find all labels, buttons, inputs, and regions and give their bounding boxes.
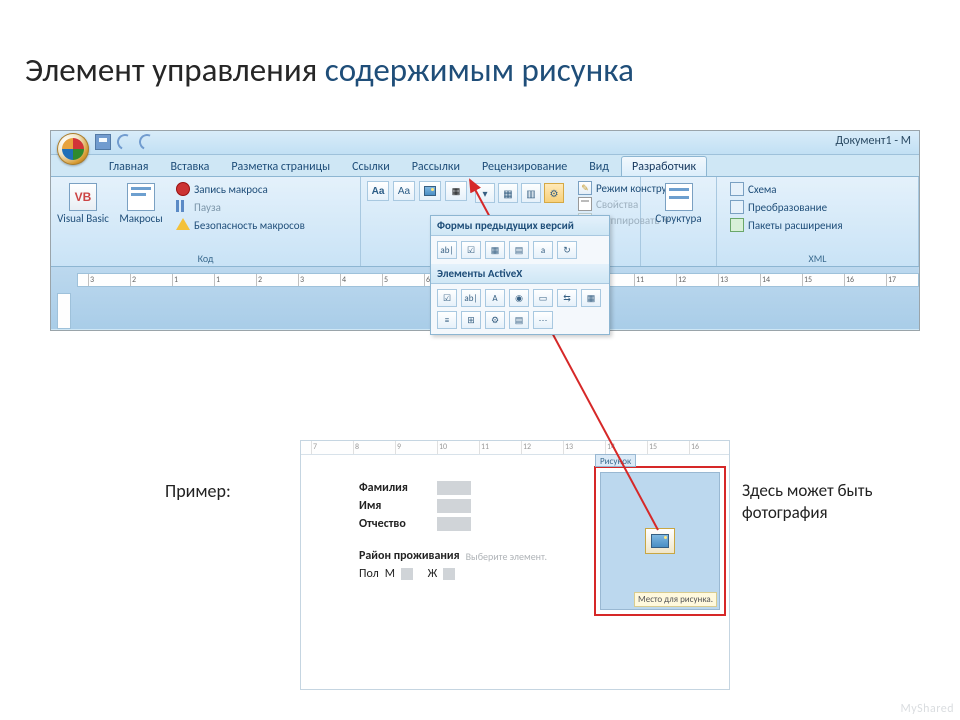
save-icon[interactable] bbox=[95, 134, 111, 150]
legacy-form-icon[interactable]: ▤ bbox=[509, 241, 529, 259]
activex-icon[interactable]: ☑ bbox=[437, 289, 457, 307]
slide-title: Элемент управления содержимым рисунка bbox=[25, 50, 634, 90]
legacy-form-icon[interactable]: ▦ bbox=[485, 241, 505, 259]
document-title: Документ1 - M bbox=[836, 134, 911, 148]
activex-icon[interactable]: ▭ bbox=[533, 289, 553, 307]
picture-content-control[interactable]: Рисунок Место для рисунка. bbox=[594, 466, 726, 616]
sex-m-checkbox[interactable] bbox=[401, 568, 413, 580]
insert-picture-icon[interactable] bbox=[645, 528, 675, 554]
expansion-packs-button[interactable]: Пакеты расширения bbox=[727, 217, 846, 233]
vertical-ruler bbox=[57, 293, 71, 329]
sex-label: Пол bbox=[359, 567, 379, 581]
legacy-form-icon[interactable]: ab| bbox=[437, 241, 457, 259]
activex-icon[interactable]: ⇆ bbox=[557, 289, 577, 307]
dropdown-control-icon[interactable]: ▾ bbox=[475, 183, 495, 203]
photo-note: Здесь может быть фотография bbox=[742, 480, 902, 524]
visual-basic-button[interactable]: VB Visual Basic bbox=[57, 181, 109, 247]
example-ruler: 78910111213141516 bbox=[301, 441, 729, 455]
activex-icon[interactable]: ⚙ bbox=[485, 311, 505, 329]
activex-icon[interactable]: ▦ bbox=[581, 289, 601, 307]
structure-button[interactable]: Структура bbox=[653, 181, 705, 247]
legacy-form-icon[interactable]: ↻ bbox=[557, 241, 577, 259]
rich-text-control-icon[interactable]: Aa bbox=[367, 181, 389, 201]
firstname-label: Имя bbox=[359, 499, 431, 513]
tab-layout[interactable]: Разметка страницы bbox=[221, 157, 340, 176]
bb-gallery-icon[interactable]: ▥ bbox=[521, 183, 541, 203]
lastname-label: Фамилия bbox=[359, 481, 431, 495]
tab-review[interactable]: Рецензирование bbox=[472, 157, 577, 176]
combo-control-icon[interactable]: ▦ bbox=[445, 181, 467, 201]
patronymic-field[interactable] bbox=[437, 517, 471, 531]
tab-home[interactable]: Главная bbox=[99, 157, 158, 176]
tab-insert[interactable]: Вставка bbox=[160, 157, 219, 176]
picture-control-icon[interactable] bbox=[419, 181, 441, 201]
sex-f-label: Ж bbox=[428, 567, 438, 581]
legacy-header: Формы предыдущих версий bbox=[431, 216, 609, 236]
schema-button[interactable]: Схема bbox=[727, 181, 846, 197]
office-button[interactable] bbox=[57, 133, 89, 165]
activex-icon[interactable]: ab| bbox=[461, 289, 481, 307]
watermark: MyShared bbox=[900, 702, 954, 716]
example-label: Пример: bbox=[165, 480, 231, 502]
group-xml: Схема Преобразование Пакеты расширения X… bbox=[717, 177, 919, 266]
district-label: Район проживания bbox=[359, 549, 460, 563]
title-bar: Документ1 - M bbox=[51, 131, 919, 155]
tab-mail[interactable]: Рассылки bbox=[402, 157, 470, 176]
picture-placeholder-tip: Место для рисунка. bbox=[634, 592, 717, 607]
group-structure: Структура bbox=[641, 177, 717, 266]
date-control-icon[interactable]: ▦ bbox=[498, 183, 518, 203]
group-code: VB Visual Basic Макросы Запись макроса П… bbox=[51, 177, 361, 266]
legacy-icons-row: ab|☑▦▤a↻ bbox=[431, 236, 609, 264]
ribbon-tabs: Главная Вставка Разметка страницы Ссылки… bbox=[51, 155, 919, 177]
firstname-field[interactable] bbox=[437, 499, 471, 513]
group-code-label: Код bbox=[51, 252, 360, 265]
tab-refs[interactable]: Ссылки bbox=[342, 157, 400, 176]
activex-icon[interactable]: ⊞ bbox=[461, 311, 481, 329]
sex-f-checkbox[interactable] bbox=[443, 568, 455, 580]
activex-header: Элементы ActiveX bbox=[431, 264, 609, 284]
tab-developer[interactable]: Разработчик bbox=[621, 156, 707, 176]
patronymic-label: Отчество bbox=[359, 517, 431, 531]
activex-icons-row: ☑ab|A◉▭⇆▦ ≡⊞⚙▤⋯ bbox=[431, 284, 609, 334]
macro-security-button[interactable]: Безопасность макросов bbox=[173, 217, 308, 233]
transform-button[interactable]: Преобразование bbox=[727, 199, 846, 215]
legacy-tools-popup: Формы предыдущих версий ab|☑▦▤a↻ Элемент… bbox=[430, 215, 610, 335]
activex-icon[interactable]: ≡ bbox=[437, 311, 457, 329]
redo-icon[interactable] bbox=[137, 132, 158, 153]
activex-icon[interactable]: ⋯ bbox=[533, 311, 553, 329]
group-xml-label: XML bbox=[717, 252, 918, 265]
quick-access-toolbar bbox=[95, 134, 155, 150]
legacy-form-icon[interactable]: a bbox=[533, 241, 553, 259]
sex-m-label: М bbox=[385, 567, 395, 581]
district-field[interactable]: Выберите элемент. bbox=[466, 550, 547, 563]
tab-view[interactable]: Вид bbox=[579, 157, 619, 176]
plain-text-control-icon[interactable]: Aa bbox=[393, 181, 415, 201]
lastname-field[interactable] bbox=[437, 481, 471, 495]
legacy-tools-icon[interactable]: ⚙ bbox=[544, 183, 564, 203]
legacy-form-icon[interactable]: ☑ bbox=[461, 241, 481, 259]
picture-control-body[interactable]: Место для рисунка. bbox=[600, 472, 720, 610]
undo-icon[interactable] bbox=[115, 132, 136, 153]
activex-icon[interactable]: A bbox=[485, 289, 505, 307]
pause-macro-button[interactable]: Пауза bbox=[173, 199, 308, 215]
activex-icon[interactable]: ▤ bbox=[509, 311, 529, 329]
record-macro-button[interactable]: Запись макроса bbox=[173, 181, 308, 197]
macros-button[interactable]: Макросы bbox=[115, 181, 167, 247]
picture-control-tab: Рисунок bbox=[595, 454, 636, 467]
activex-icon[interactable]: ◉ bbox=[509, 289, 529, 307]
